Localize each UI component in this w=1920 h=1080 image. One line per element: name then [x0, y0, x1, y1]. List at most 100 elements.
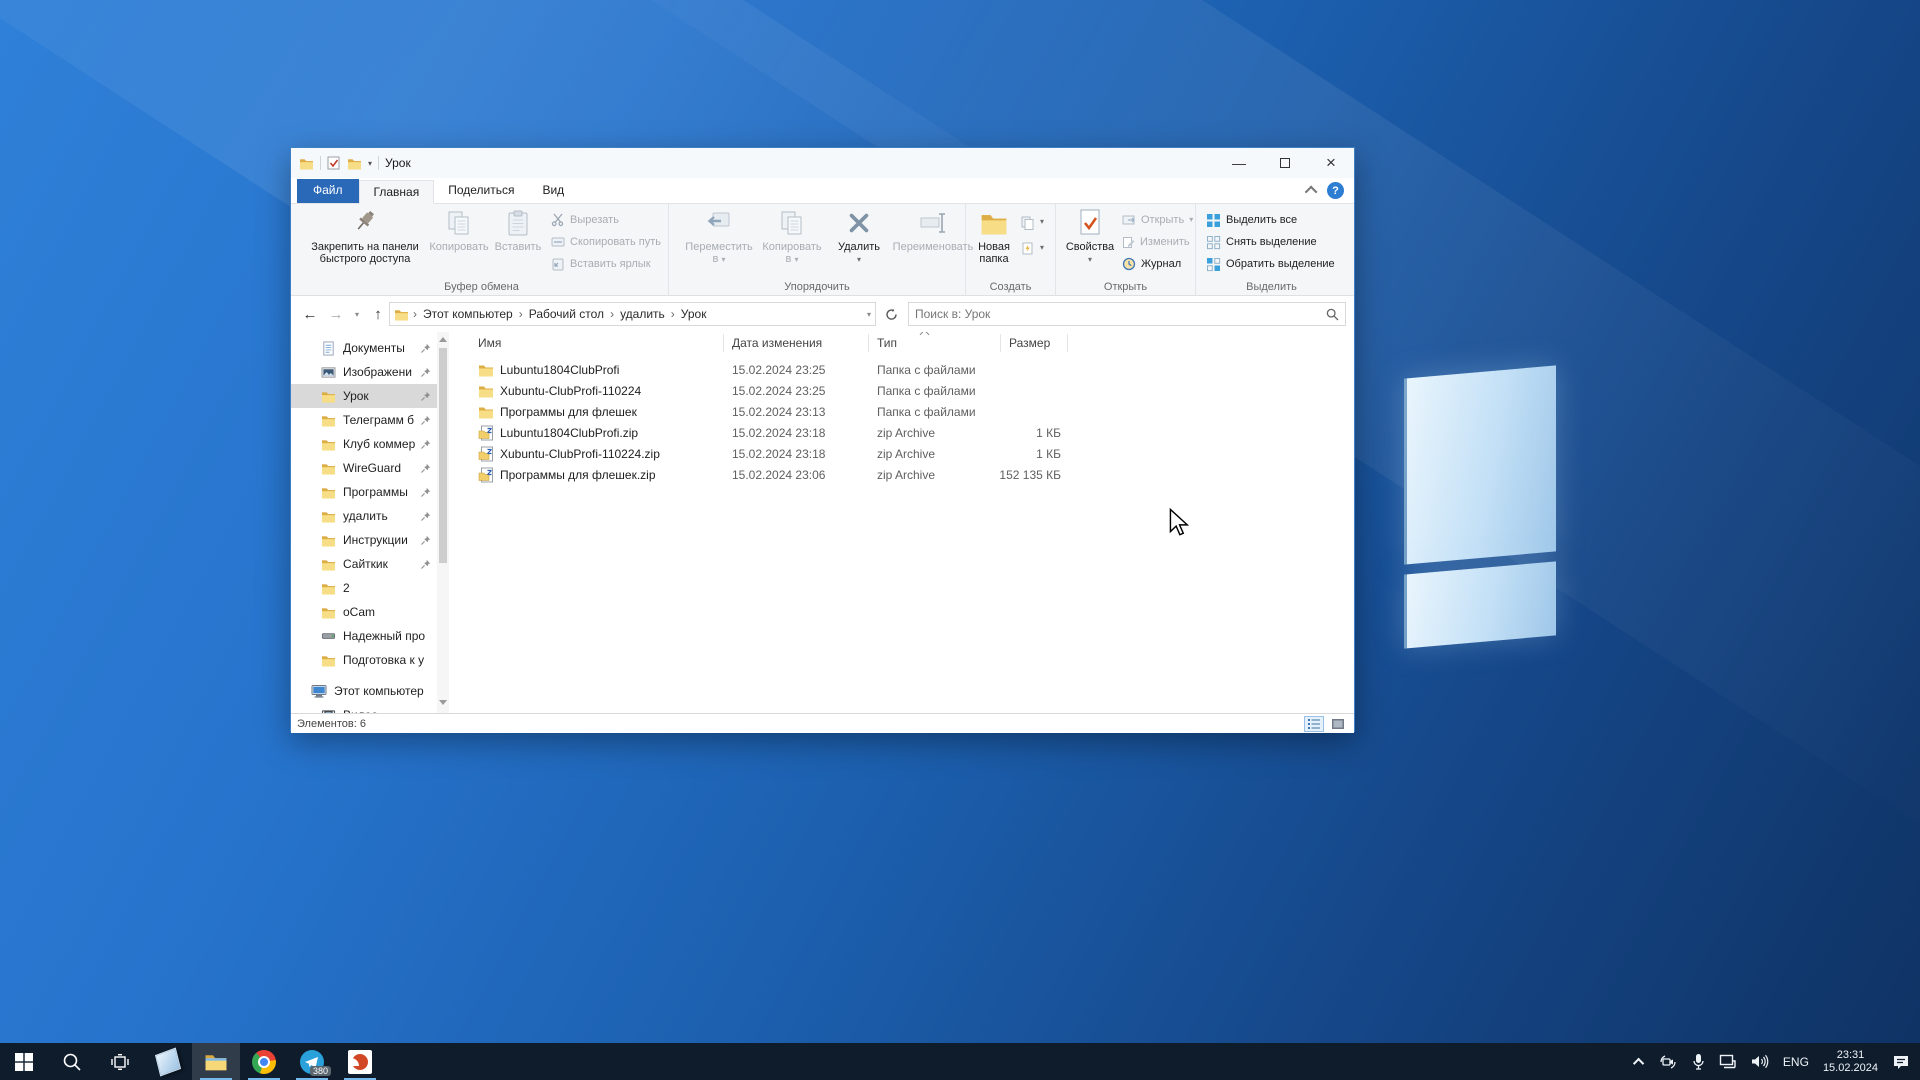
tab-file[interactable]: Файл — [297, 179, 359, 203]
file-row[interactable]: Xubuntu-ClubProfi-110224 15.02.2024 23:2… — [451, 380, 1111, 401]
new-folder-button[interactable]: Новая папка — [970, 208, 1018, 265]
sidebar-item-pictures[interactable]: Изображени — [291, 360, 437, 384]
up-button[interactable]: ↑ — [365, 301, 391, 327]
hidden-icons-chevron-icon[interactable] — [1633, 1057, 1644, 1068]
scroll-up-icon[interactable] — [439, 337, 447, 342]
file-row[interactable]: Lubuntu1804ClubProfi.zip 15.02.2024 23:1… — [451, 422, 1111, 443]
glass-app-button[interactable] — [144, 1043, 192, 1080]
start-button[interactable] — [0, 1043, 48, 1080]
column-header-date[interactable]: Дата изменения — [732, 336, 822, 350]
search-box[interactable] — [908, 302, 1346, 326]
delete-button[interactable]: Удалить▾ — [831, 208, 887, 265]
copy-button[interactable]: Копировать — [427, 208, 491, 253]
collapse-ribbon-icon[interactable] — [1305, 186, 1318, 199]
close-button[interactable]: × — [1308, 148, 1354, 178]
crumb-this-pc[interactable]: Этот компьютер — [421, 307, 515, 321]
tab-share[interactable]: Поделиться — [434, 179, 528, 203]
file-row[interactable]: Программы для флешек.zip 15.02.2024 23:0… — [451, 464, 1111, 485]
tab-home[interactable]: Главная — [359, 180, 435, 204]
history-button[interactable]: Журнал — [1122, 254, 1181, 274]
search-input[interactable] — [909, 307, 1326, 321]
column-separator[interactable] — [1067, 334, 1068, 352]
task-view-button[interactable] — [96, 1043, 144, 1080]
details-view-button[interactable] — [1304, 716, 1324, 732]
copy-to-button[interactable]: Копировать в ▾ — [757, 208, 827, 265]
sidebar-item-instrukcii[interactable]: Инструкции — [291, 528, 437, 552]
column-separator[interactable] — [868, 334, 869, 352]
title-bar[interactable]: ▾ Урок — × — [291, 148, 1354, 178]
column-separator[interactable] — [1000, 334, 1001, 352]
column-header-type[interactable]: Тип — [877, 336, 897, 350]
minimize-button[interactable]: — — [1216, 148, 1262, 178]
microphone-icon[interactable] — [1692, 1053, 1705, 1070]
copy-path-button[interactable]: Скопировать путь — [551, 232, 661, 252]
thumbnails-view-button[interactable] — [1328, 716, 1348, 732]
sidebar-item-this-pc[interactable]: Этот компьютер — [291, 679, 437, 703]
crumb-udalit[interactable]: удалить — [618, 307, 667, 321]
select-none-button[interactable]: Снять выделение — [1206, 232, 1317, 252]
sidebar-item-urok[interactable]: Урок — [291, 384, 437, 408]
details-view-icon — [1307, 718, 1321, 730]
paste-shortcut-button[interactable]: Вставить ярлык — [551, 254, 651, 274]
crumb-urok[interactable]: Урок — [679, 307, 709, 321]
maximize-button[interactable] — [1262, 148, 1308, 178]
sidebar-item-telegram[interactable]: Телеграмм б — [291, 408, 437, 432]
file-explorer-button[interactable] — [192, 1043, 240, 1080]
scrollbar-thumb[interactable] — [439, 348, 447, 563]
qat-customize-caret-icon[interactable]: ▾ — [368, 159, 372, 168]
invert-selection-button[interactable]: Обратить выделение — [1206, 254, 1335, 274]
address-dropdown-caret-icon[interactable]: ▾ — [867, 310, 871, 319]
notification-center-icon[interactable] — [1892, 1054, 1910, 1070]
network-icon[interactable] — [1719, 1054, 1737, 1069]
volume-icon[interactable] — [1751, 1054, 1769, 1069]
scroll-down-icon[interactable] — [439, 700, 447, 705]
open-button[interactable]: Открыть▾ — [1122, 210, 1193, 230]
new-item-button[interactable]: ▾ — [1020, 212, 1044, 232]
sidebar-item-label: WireGuard — [343, 461, 401, 475]
properties-qat-icon[interactable] — [327, 156, 341, 170]
file-row[interactable]: Программы для флешек 15.02.2024 23:13 Па… — [451, 401, 1111, 422]
sidebar-scrollbar[interactable] — [437, 332, 449, 713]
cut-button[interactable]: Вырезать — [551, 210, 619, 230]
taskbar-search-button[interactable] — [48, 1043, 96, 1080]
select-all-button[interactable]: Выделить все — [1206, 210, 1297, 230]
recent-locations-caret-icon[interactable]: ▾ — [349, 301, 365, 327]
forward-button[interactable]: → — [323, 301, 349, 327]
breadcrumb[interactable]: › Этот компьютер › Рабочий стол › удалит… — [389, 302, 876, 326]
column-separator[interactable] — [723, 334, 724, 352]
sidebar-item-programmy[interactable]: Программы — [291, 480, 437, 504]
easy-access-button[interactable]: ▾ — [1020, 238, 1044, 258]
sidebar-item-saitkik[interactable]: Сайткик — [291, 552, 437, 576]
sidebar-item-video[interactable]: Видео — [291, 703, 437, 713]
search-icon[interactable] — [1326, 308, 1339, 321]
screen-record-icon[interactable] — [1658, 1054, 1678, 1070]
new-folder-qat-icon[interactable] — [347, 157, 362, 170]
sidebar-item-ocam[interactable]: oCam — [291, 600, 437, 624]
back-button[interactable]: ← — [297, 301, 323, 327]
clock[interactable]: 23:31 15.02.2024 — [1823, 1049, 1878, 1075]
column-header-size[interactable]: Размер — [1009, 336, 1050, 350]
sidebar-item-2[interactable]: 2 — [291, 576, 437, 600]
tab-view[interactable]: Вид — [528, 179, 578, 203]
language-indicator[interactable]: ENG — [1783, 1055, 1809, 1069]
column-header-name[interactable]: Имя — [478, 336, 501, 350]
chrome-button[interactable] — [240, 1043, 288, 1080]
paste-button[interactable]: Вставить — [491, 208, 545, 253]
help-button[interactable]: ? — [1327, 182, 1344, 199]
properties-button[interactable]: Свойства▾ — [1062, 208, 1118, 265]
file-row[interactable]: Xubuntu-ClubProfi-110224.zip 15.02.2024 … — [451, 443, 1111, 464]
sidebar-item-klub[interactable]: Клуб коммер — [291, 432, 437, 456]
file-row[interactable]: Lubuntu1804ClubProfi 15.02.2024 23:25 Па… — [451, 359, 1111, 380]
sidebar-item-documents[interactable]: Документы — [291, 336, 437, 360]
refresh-button[interactable] — [879, 302, 903, 326]
pin-to-quick-access-button[interactable]: Закрепить на панели быстрого доступа — [305, 208, 425, 265]
presentation-app-button[interactable] — [336, 1043, 384, 1080]
crumb-desktop[interactable]: Рабочий стол — [527, 307, 606, 321]
telegram-button[interactable]: 380 — [288, 1043, 336, 1080]
sidebar-item-podgotovka[interactable]: Подготовка к у — [291, 648, 437, 672]
sidebar-item-wireguard[interactable]: WireGuard — [291, 456, 437, 480]
sidebar-item-udalit[interactable]: удалить — [291, 504, 437, 528]
sidebar-item-nadezhny[interactable]: Надежный про — [291, 624, 437, 648]
edit-button[interactable]: Изменить — [1122, 232, 1190, 252]
move-to-button[interactable]: Переместить в ▾ — [681, 208, 757, 265]
